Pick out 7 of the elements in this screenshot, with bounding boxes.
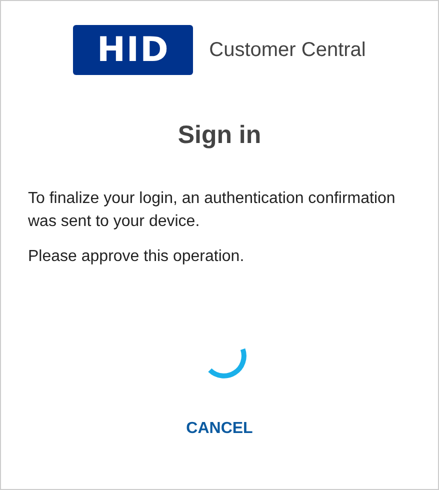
logo: HID (73, 25, 194, 75)
message-text: To finalize your login, an authentication confirmation was sent to your device. (28, 188, 396, 232)
message-text: Please approve this operation. (28, 246, 246, 266)
loading-spinner-icon (206, 346, 246, 378)
page-title: Sign in (178, 120, 262, 151)
product-name: Customer Central (209, 38, 366, 63)
cancel-button[interactable]: CANCEL (178, 412, 261, 444)
